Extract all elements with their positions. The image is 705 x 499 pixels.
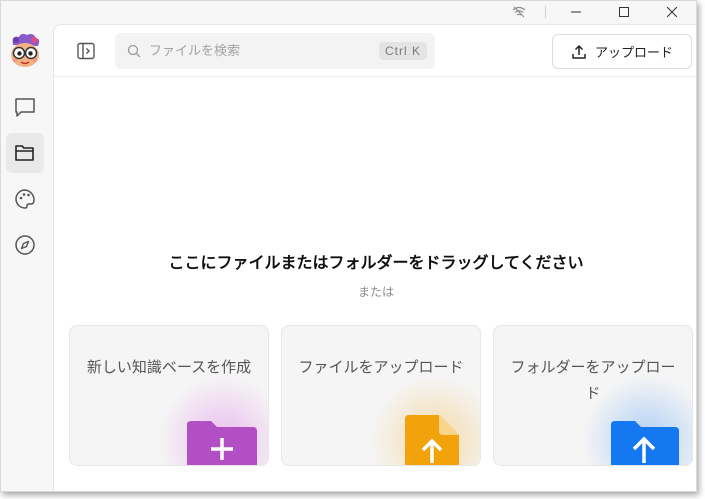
- folder-upload-icon: [611, 421, 679, 465]
- upload-button-label: アップロード: [594, 46, 673, 61]
- search-icon: [127, 44, 141, 58]
- maximize-button[interactable]: [600, 1, 648, 23]
- palette-icon: [15, 189, 35, 209]
- create-knowledge-base-card[interactable]: 新しい知識ベースを作成: [69, 325, 269, 466]
- rail-files-button[interactable]: [6, 133, 44, 173]
- card-label: フォルダーをアップロード: [510, 358, 676, 402]
- titlebar-divider: [545, 6, 546, 18]
- left-rail: [1, 25, 49, 491]
- main-panel: Ctrl K アップロード ここにファイルまたはフォルダーをドラッグしてください…: [53, 24, 696, 491]
- card-label: ファイルをアップロード: [298, 358, 464, 376]
- close-button[interactable]: [648, 1, 696, 23]
- avatar[interactable]: [7, 31, 43, 71]
- toggle-sidebar-button[interactable]: [74, 39, 98, 63]
- minimize-button[interactable]: [552, 1, 600, 23]
- upload-button[interactable]: アップロード: [552, 34, 692, 69]
- top-toolbar: Ctrl K アップロード: [54, 25, 696, 77]
- title-bar: [499, 1, 696, 23]
- upload-icon: [572, 44, 586, 59]
- upload-file-card[interactable]: ファイルをアップロード: [281, 325, 481, 466]
- search-shortcut-badge: Ctrl K: [379, 42, 427, 60]
- rail-chat-button[interactable]: [6, 87, 44, 127]
- folder-plus-icon: [187, 421, 257, 465]
- network-off-icon[interactable]: [499, 1, 539, 23]
- app-window: Ctrl K アップロード ここにファイルまたはフォルダーをドラッグしてください…: [0, 0, 697, 492]
- compass-icon: [15, 235, 35, 255]
- sidebar-toggle-icon: [77, 42, 95, 60]
- rail-explore-button[interactable]: [6, 225, 44, 265]
- dropzone-or-text: または: [357, 285, 394, 299]
- dropzone-title: ここにファイルまたはフォルダーをドラッグしてください: [168, 253, 584, 272]
- file-upload-icon: [405, 415, 459, 465]
- upload-folder-card[interactable]: フォルダーをアップロード: [493, 325, 693, 466]
- action-cards: 新しい知識ベースを作成 ファイルをアップロード フォルダーをアップロード: [69, 325, 693, 466]
- search-input[interactable]: [149, 43, 379, 59]
- rail-theme-button[interactable]: [6, 179, 44, 219]
- chat-icon: [15, 98, 35, 117]
- card-label: 新しい知識ベースを作成: [86, 358, 252, 376]
- search-box[interactable]: Ctrl K: [115, 33, 435, 69]
- folder-icon: [15, 145, 34, 161]
